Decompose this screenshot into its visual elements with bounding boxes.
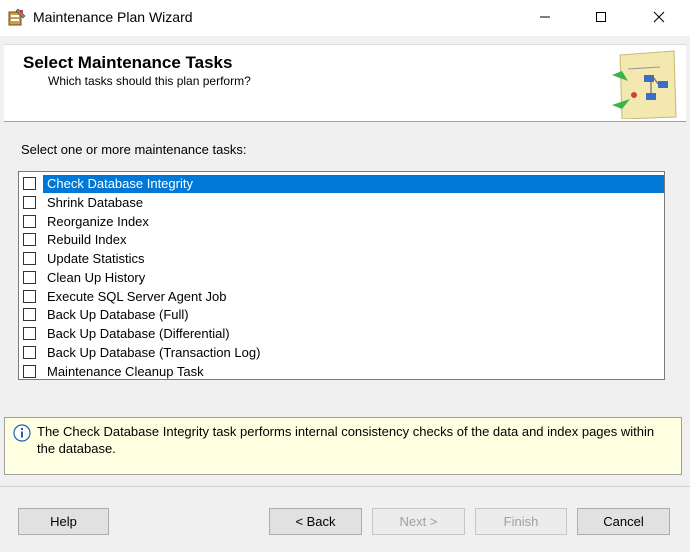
maintenance-plan-app-icon bbox=[8, 8, 26, 26]
finish-button[interactable]: Finish bbox=[475, 508, 567, 535]
task-label: Rebuild Index bbox=[47, 232, 127, 248]
task-label: Back Up Database (Full) bbox=[47, 307, 189, 323]
task-checkbox[interactable] bbox=[23, 177, 36, 190]
page-subtitle: Which tasks should this plan perform? bbox=[48, 74, 251, 88]
window-title: Maintenance Plan Wizard bbox=[33, 9, 193, 25]
task-checkbox[interactable] bbox=[23, 252, 36, 265]
task-checkbox[interactable] bbox=[23, 195, 36, 209]
instruction-label: Select one or more maintenance tasks: bbox=[21, 142, 247, 157]
next-button[interactable]: Next > bbox=[372, 508, 465, 535]
task-label: Back Up Database (Transaction Log) bbox=[47, 344, 261, 360]
maximize-icon bbox=[595, 11, 607, 26]
minimize-icon bbox=[539, 11, 551, 26]
task-item[interactable]: Back Up Database (Transaction Log) bbox=[19, 343, 664, 362]
task-item[interactable]: Execute SQL Server Agent Job bbox=[19, 287, 664, 306]
task-label: Update Statistics bbox=[47, 251, 145, 266]
cancel-button[interactable]: Cancel bbox=[577, 508, 670, 535]
task-item[interactable]: Back Up Database (Differential) bbox=[19, 324, 664, 343]
task-checkbox[interactable] bbox=[23, 289, 36, 303]
task-item[interactable]: Reorganize Index bbox=[19, 212, 664, 231]
task-item[interactable]: Check Database Integrity bbox=[19, 174, 664, 193]
task-checkbox[interactable] bbox=[23, 327, 36, 340]
back-button[interactable]: < Back bbox=[269, 508, 362, 535]
task-label: Reorganize Index bbox=[47, 213, 149, 229]
task-item[interactable]: Update Statistics bbox=[19, 249, 664, 268]
title-bar: Maintenance Plan Wizard bbox=[0, 0, 690, 36]
close-icon bbox=[653, 11, 665, 26]
task-checkbox[interactable] bbox=[23, 345, 36, 359]
task-checkbox[interactable] bbox=[23, 270, 36, 284]
task-checkbox[interactable] bbox=[23, 364, 36, 378]
maximize-button[interactable] bbox=[578, 0, 624, 36]
task-item[interactable]: Rebuild Index bbox=[19, 230, 664, 249]
task-description-text: The Check Database Integrity task perfor… bbox=[37, 424, 655, 456]
help-button[interactable]: Help bbox=[18, 508, 109, 535]
task-item[interactable]: Maintenance Cleanup Task bbox=[19, 362, 664, 381]
wizard-header: Select Maintenance Tasks Which tasks sho… bbox=[4, 44, 686, 122]
task-label: Back Up Database (Differential) bbox=[47, 326, 230, 341]
task-item[interactable]: Clean Up History bbox=[19, 268, 664, 287]
info-icon bbox=[13, 424, 31, 442]
close-button[interactable] bbox=[636, 0, 682, 36]
task-checkbox[interactable] bbox=[23, 308, 36, 322]
task-label: Maintenance Cleanup Task bbox=[47, 363, 204, 379]
page-title: Select Maintenance Tasks bbox=[23, 53, 233, 72]
task-label: Check Database Integrity bbox=[47, 176, 193, 191]
task-checkbox[interactable] bbox=[23, 214, 36, 228]
wizard-graphic-icon bbox=[610, 47, 682, 120]
footer-divider bbox=[0, 486, 690, 487]
task-label: Execute SQL Server Agent Job bbox=[47, 288, 227, 304]
task-checklist[interactable]: Check Database Integrity Shrink Database R… bbox=[18, 171, 665, 380]
task-checkbox[interactable] bbox=[23, 233, 36, 247]
task-item[interactable]: Back Up Database (Full) bbox=[19, 305, 664, 324]
task-description-panel: The Check Database Integrity task perfor… bbox=[4, 417, 682, 475]
task-label: Shrink Database bbox=[47, 194, 144, 210]
task-label: Clean Up History bbox=[47, 269, 146, 285]
task-item[interactable]: Shrink Database bbox=[19, 193, 664, 212]
minimize-button[interactable] bbox=[522, 0, 568, 36]
